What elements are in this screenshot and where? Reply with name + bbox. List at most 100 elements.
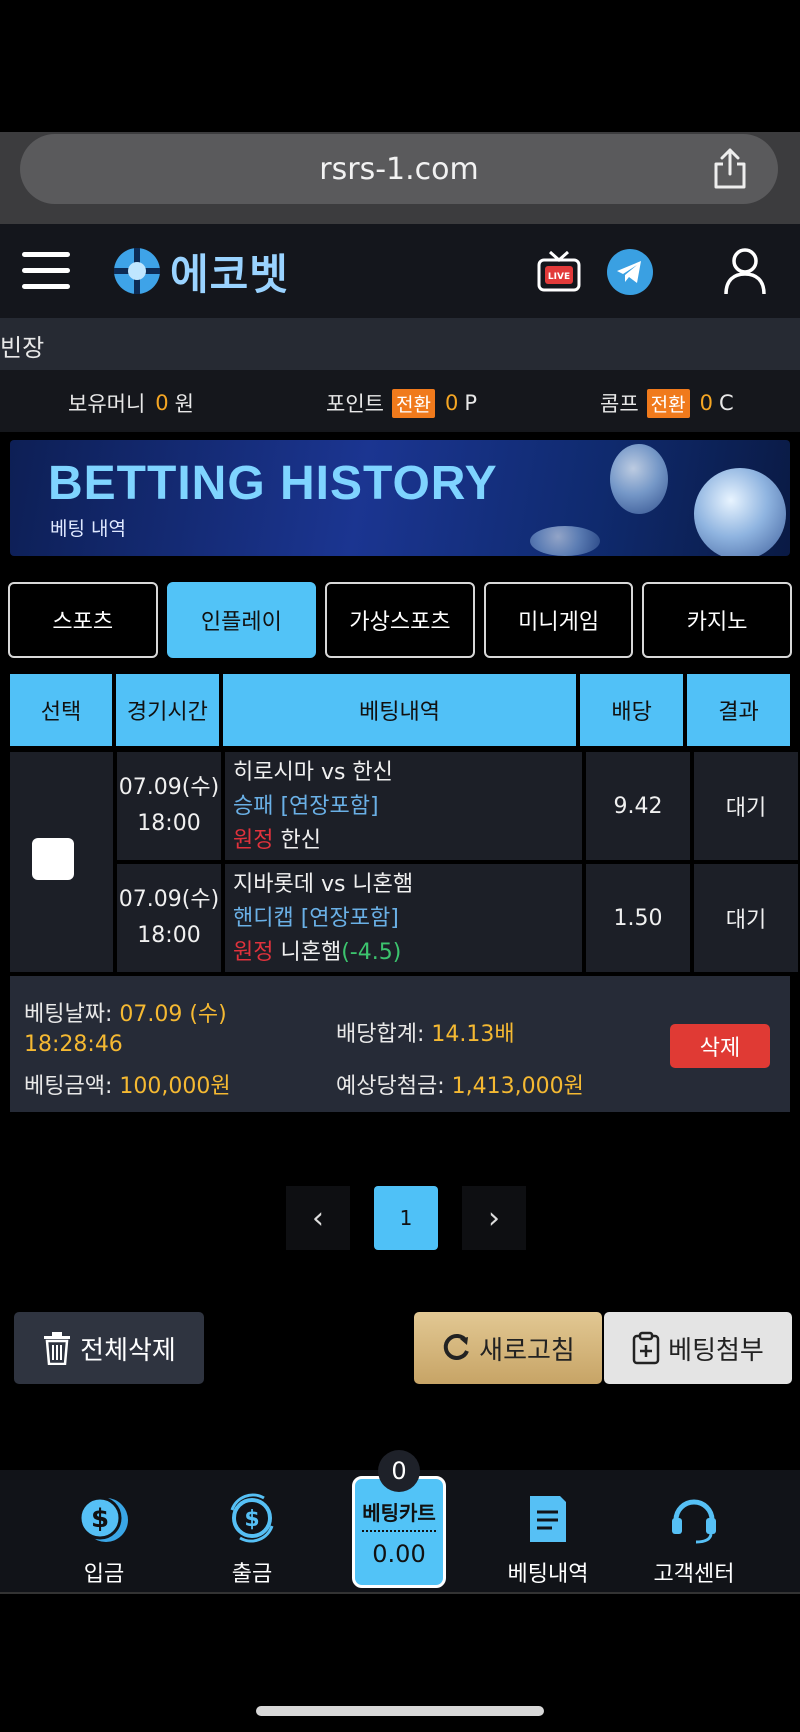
header-bet-details: 베팅내역 [222, 674, 577, 746]
header-select: 선택 [10, 674, 112, 746]
odds-total-value: 14.13배 [431, 1022, 515, 1047]
betting-history-banner: BETTING HISTORY 베팅 내역 [10, 440, 790, 556]
attach-bet-label: 베팅첨부 [668, 1335, 764, 1366]
balance-bar: 보유머니 0 원 포인트 전환 0 P 콤프 전환 0 C [0, 370, 800, 432]
tab-virtual-sports[interactable]: 가상스포츠 [325, 582, 475, 658]
betting-history-table: 선택 경기시간 베팅내역 배당 결과 07.09(수) 18:00 히로시마 v… [10, 674, 798, 972]
match-time-cell: 07.09(수) 18:00 [117, 752, 221, 860]
select-cell [10, 752, 113, 972]
bet-cart-label: 베팅카트 [362, 1497, 436, 1532]
tab-inplay[interactable]: 인플레이 [166, 582, 317, 658]
bet-date-label: 베팅날짜: [24, 1002, 113, 1027]
comp-balance: 콤프 전환 0 C [600, 388, 734, 418]
delete-all-label: 전체삭제 [80, 1335, 176, 1366]
menu-icon[interactable] [22, 252, 70, 290]
withdraw-coin-icon: $ [230, 1493, 274, 1543]
refresh-icon [443, 1333, 470, 1360]
bet-cart-button[interactable]: 베팅카트 0.00 [352, 1476, 446, 1588]
delete-all-button[interactable]: 전체삭제 [14, 1312, 204, 1384]
banner-title: BETTING HISTORY [48, 457, 498, 510]
pick-team: 니혼햄 [280, 940, 342, 965]
nav-bet-history-label: 베팅내역 [507, 1562, 589, 1587]
pick-side: 원정 [233, 828, 274, 853]
pick-team: 한신 [280, 828, 321, 853]
site-logo[interactable]: 에코벳 [112, 244, 289, 299]
attach-bet-button[interactable]: 베팅첨부 [604, 1312, 792, 1384]
odds-total-label: 배당합계: [336, 1022, 425, 1047]
point-convert-button[interactable]: 전환 [391, 388, 435, 418]
odds-total: 배당합계: 14.13배 [336, 1016, 515, 1048]
next-page-button[interactable]: › [462, 1186, 526, 1250]
notice-ticker: 빈장 [0, 318, 800, 370]
telegram-icon[interactable] [606, 248, 654, 296]
nav-support[interactable]: 고객센터 [634, 1470, 754, 1594]
table-row: 07.09(수) 18:00 히로시마 vs 한신 승패 [연장포함] 원정 한… [117, 752, 798, 860]
table-header: 선택 경기시간 베팅내역 배당 결과 [10, 674, 790, 746]
home-indicator [256, 1706, 544, 1716]
expected-win-label: 예상당첨금: [336, 1074, 445, 1099]
share-icon[interactable] [710, 148, 750, 190]
result-cell: 대기 [694, 752, 798, 860]
nav-withdraw[interactable]: $ 출금 [192, 1470, 312, 1594]
headset-icon [672, 1499, 716, 1544]
match-name: 지바롯데 vs 니혼햄 [233, 872, 414, 897]
bet-amount-label: 베팅금액: [24, 1074, 113, 1099]
tab-casino[interactable]: 카지노 [642, 582, 792, 658]
refresh-button[interactable]: 새로고침 [414, 1312, 602, 1384]
svg-text:LIVE: LIVE [548, 272, 570, 282]
header-result: 결과 [687, 674, 790, 746]
user-icon[interactable] [722, 246, 768, 296]
ticker-text: 빈장 [0, 334, 45, 362]
trash-icon [44, 1332, 71, 1365]
deposit-coin-icon: $ [78, 1496, 128, 1542]
money-unit: 원 [174, 392, 194, 416]
comp-convert-button[interactable]: 전환 [646, 388, 690, 418]
tab-sports[interactable]: 스포츠 [8, 582, 158, 658]
nav-support-label: 고객센터 [653, 1562, 735, 1587]
clipboard-plus-icon [632, 1331, 660, 1365]
logo-text: 에코벳 [170, 249, 289, 299]
prev-page-button[interactable]: ‹ [286, 1186, 350, 1250]
bet-select-checkbox[interactable] [32, 838, 74, 880]
comp-unit: C [718, 391, 734, 415]
app-header: 에코벳 LIVE [0, 224, 800, 318]
coin-image [610, 444, 668, 514]
money-balance: 보유머니 0 원 [68, 388, 194, 418]
pick-handicap: (-4.5) [341, 940, 402, 965]
coin-image [530, 526, 600, 556]
bet-pick: 원정 한신 [233, 824, 574, 858]
point-value: 0 [444, 391, 459, 415]
match-time: 18:00 [137, 923, 201, 948]
nav-withdraw-label: 출금 [231, 1562, 273, 1587]
url-field[interactable]: rsrs-1.com [20, 134, 778, 204]
odds-cell: 1.50 [586, 864, 690, 972]
match-time-cell: 07.09(수) 18:00 [117, 864, 221, 972]
delete-bet-button[interactable]: 삭제 [670, 1024, 770, 1068]
live-tv-icon[interactable]: LIVE [536, 248, 582, 296]
table-body: 07.09(수) 18:00 히로시마 vs 한신 승패 [연장포함] 원정 한… [10, 752, 798, 972]
nav-deposit[interactable]: $ 입금 [44, 1470, 164, 1594]
svg-text:$: $ [91, 1504, 109, 1534]
page-1-button[interactable]: 1 [374, 1186, 438, 1250]
svg-text:$: $ [244, 1507, 259, 1532]
bet-pick: 원정 니혼햄(-4.5) [233, 936, 574, 970]
nav-bet-history[interactable]: 베팅내역 [488, 1470, 608, 1594]
nav-deposit-label: 입금 [83, 1562, 125, 1587]
coin-image [694, 468, 786, 556]
pick-side: 원정 [233, 940, 274, 965]
banner-subtitle: 베팅 내역 [50, 518, 126, 540]
header-odds: 배당 [580, 674, 684, 746]
comp-label: 콤프 [600, 392, 639, 416]
bet-time-value: 18:28:46 [24, 1032, 123, 1057]
category-tabs: 스포츠 인플레이 가상스포츠 미니게임 카지노 [8, 582, 792, 658]
point-balance: 포인트 전환 0 P [326, 388, 477, 418]
tab-minigame[interactable]: 미니게임 [483, 582, 634, 658]
match-time: 18:00 [137, 811, 201, 836]
header-match-time: 경기시간 [115, 674, 219, 746]
money-value: 0 [155, 391, 169, 415]
point-unit: P [464, 391, 477, 415]
bet-summary: 베팅날짜: 07.09 (수) 18:28:46 베팅금액: 100,000원 … [10, 976, 790, 1112]
table-row: 07.09(수) 18:00 지바롯데 vs 니혼햄 핸디캡 [연장포함] 원정… [117, 864, 798, 972]
odds-cell: 9.42 [586, 752, 690, 860]
match-date: 07.09(수) [118, 887, 220, 912]
